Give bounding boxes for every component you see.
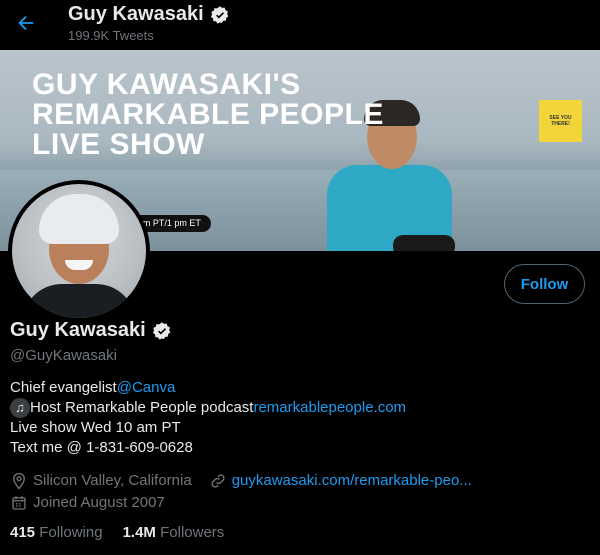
profile-bio: Chief evangelist @Canva ♫ Host Remarkabl… [10, 378, 406, 458]
back-button[interactable] [12, 9, 40, 37]
profile-name-text: Guy Kawasaki [10, 319, 146, 341]
banner-title-line2: REMARKABLE PEOPLE [32, 98, 384, 131]
website-link[interactable]: guykawasaki.com/remarkable-peo... [232, 471, 472, 491]
avatar-hair [39, 194, 119, 244]
avatar-body [22, 284, 136, 318]
bio-text-2: Host Remarkable People podcast [30, 399, 254, 416]
bio-line-1: Chief evangelist @Canva [10, 378, 406, 398]
profile-name: Guy Kawasaki [10, 319, 172, 342]
bio-line-2: ♫ Host Remarkable People podcast remarka… [10, 398, 406, 418]
podcast-link[interactable]: remarkablepeople.com [253, 398, 406, 418]
verified-badge-icon [210, 5, 228, 24]
banner-title-line3: LIVE SHOW [32, 128, 205, 161]
followers-count: 1.4M [122, 524, 156, 541]
follow-button[interactable]: Follow [504, 264, 585, 304]
followers-stat[interactable]: 1.4M Followers [123, 524, 225, 541]
link-icon [211, 474, 225, 488]
location-item: Silicon Valley, California [10, 471, 192, 491]
following-label: Following [39, 524, 103, 541]
following-stat[interactable]: 415 Following [10, 524, 103, 541]
tweet-count: 199.9K Tweets [68, 28, 154, 43]
profile-meta: Silicon Valley, California guykawasaki.c… [10, 470, 472, 514]
joined-item: Joined August 2007 [10, 493, 165, 513]
header-title: Guy Kawasaki [68, 3, 230, 26]
avatar[interactable] [8, 180, 150, 322]
followers-label: Followers [160, 524, 225, 541]
location-pin-icon [13, 472, 25, 490]
joined-text: Joined August 2007 [33, 494, 165, 511]
arrow-left-icon [18, 15, 34, 31]
banner-person-arm [393, 235, 455, 251]
bio-text-1: Chief evangelist [10, 379, 117, 396]
meta-row-2: Joined August 2007 [10, 492, 472, 514]
verified-badge-icon [152, 321, 170, 340]
following-count: 415 [10, 524, 36, 541]
website-item: guykawasaki.com/remarkable-peo... [209, 471, 472, 491]
banner-title-line1: GUY KAWASAKI'S [32, 68, 301, 101]
header-name: Guy Kawasaki [68, 3, 204, 25]
bio-line-3: Live show Wed 10 am PT [10, 419, 181, 436]
top-bar: Guy Kawasaki 199.9K Tweets [0, 0, 600, 50]
avatar-image [12, 184, 146, 318]
profile-handle: @GuyKawasaki [10, 347, 117, 364]
meta-row-1: Silicon Valley, California guykawasaki.c… [10, 470, 472, 492]
location-text: Silicon Valley, California [33, 472, 192, 489]
music-note-icon: ♫ [10, 398, 30, 418]
banner-badge: SEE YOU THERE! [539, 100, 582, 142]
bio-line-4: Text me @ 1-831-609-0628 [10, 439, 193, 456]
follow-stats: 415 Following 1.4M Followers [10, 524, 224, 541]
canva-mention-link[interactable]: @Canva [117, 378, 176, 398]
calendar-icon [12, 496, 26, 510]
